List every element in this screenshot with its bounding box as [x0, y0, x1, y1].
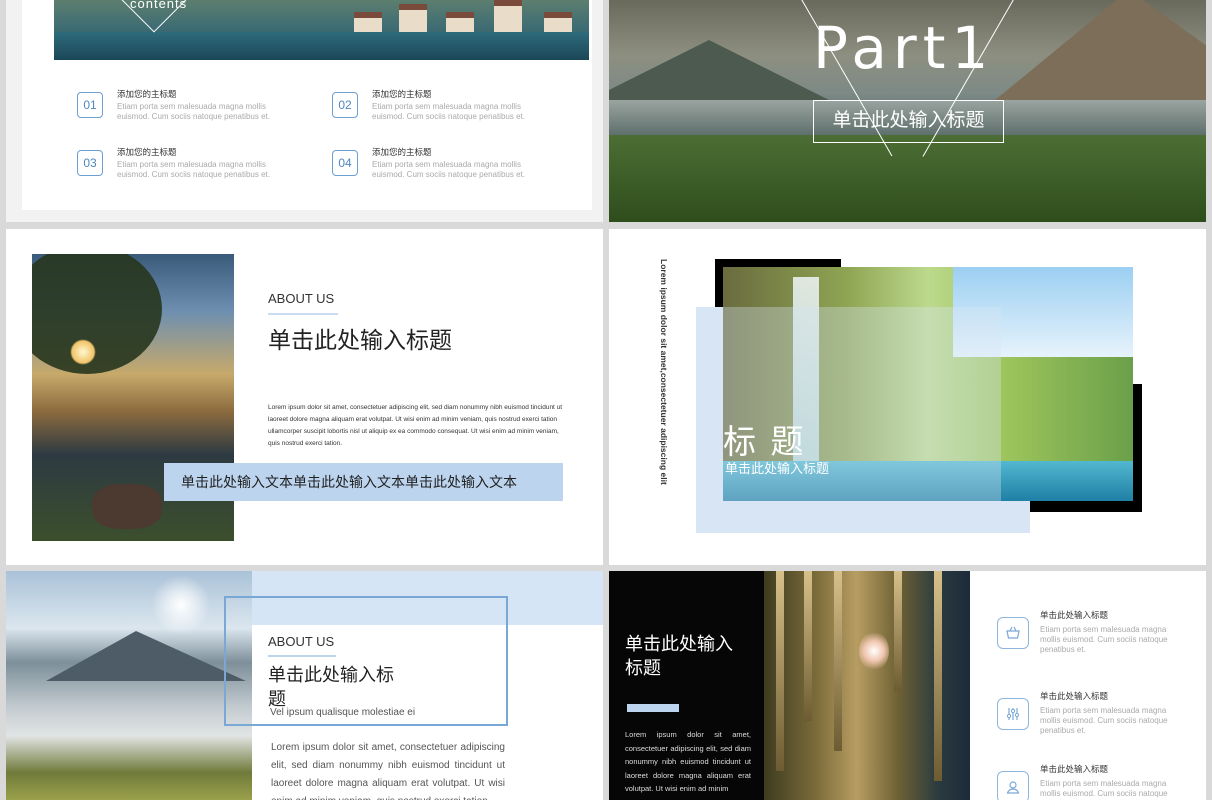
item-title: 添加您的主标题	[372, 147, 432, 157]
feature-item: 单击此处输入标题 Etiam porta sem malesuada magna…	[997, 691, 1197, 752]
item-number-badge: 04	[332, 150, 358, 176]
mountain-shape	[609, 40, 829, 100]
about-heading: ABOUT US	[268, 291, 335, 306]
contents-item: 02 添加您的主标题 Etiam porta sem malesuada mag…	[332, 89, 552, 132]
slide-thumbnail-cave[interactable]: 单击此处输入标题 Lorem ipsum dolor sit amet, con…	[609, 571, 1206, 800]
subtitle-box: 单击此处输入标题	[813, 100, 1004, 143]
slide-title: 单击此处输入标题	[268, 328, 452, 354]
item-title: 添加您的主标题	[117, 147, 177, 157]
big-title: 标 题	[723, 422, 806, 461]
feature-item: 单击此处输入标题 Etiam porta sem malesuada magna…	[997, 610, 1197, 671]
sun-glow	[151, 575, 211, 635]
contents-item: 04 添加您的主标题 Etiam porta sem malesuada mag…	[332, 147, 552, 190]
stalactite-shape	[934, 571, 942, 781]
mountain-shape	[989, 0, 1206, 105]
cave-light	[859, 631, 889, 671]
sun-glow	[70, 339, 96, 365]
item-title: 添加您的主标题	[372, 89, 432, 99]
item-number-badge: 01	[77, 92, 103, 118]
user-icon	[997, 771, 1029, 800]
rock-shape	[92, 484, 162, 529]
item-title: 添加您的主标题	[117, 89, 177, 99]
item-description: Etiam porta sem malesuada magna mollis e…	[372, 102, 525, 121]
contents-item: 03 添加您的主标题 Etiam porta sem malesuada mag…	[77, 147, 297, 190]
slide-thumbnail-contents[interactable]: contents 01 添加您的主标题 Etiam porta sem male…	[6, 0, 603, 222]
about-heading: ABOUT US	[268, 634, 335, 649]
body-paragraph: Lorem ipsum dolor sit amet, consectetuer…	[625, 730, 751, 793]
feature-title: 单击此处输入标题	[1040, 691, 1109, 701]
stalactite-shape	[834, 571, 842, 751]
slide-canvas: contents 01 添加您的主标题 Etiam porta sem male…	[22, 0, 592, 210]
feature-item: 单击此处输入标题 Etiam porta sem malesuada magna…	[997, 764, 1197, 800]
item-description: Etiam porta sem malesuada magna mollis e…	[372, 160, 525, 179]
stalactite-shape	[894, 571, 902, 691]
town-lake-photo: contents	[54, 0, 589, 60]
basket-icon	[997, 617, 1029, 649]
slide-thumbnail-about-2[interactable]: ABOUT US 单击此处输入标题 Vel ipsum qualisque mo…	[6, 571, 603, 800]
heading-underline	[268, 313, 338, 315]
accent-bar	[627, 704, 679, 712]
body-paragraph: Lorem ipsum dolor sit amet, consectetuer…	[271, 742, 505, 800]
contents-label: contents	[130, 0, 188, 11]
slide-title: 单击此处输入标题	[268, 665, 394, 710]
sliders-icon	[997, 698, 1029, 730]
tree-shape	[32, 254, 162, 374]
tagline: Vel ipsum qualisque molestiae ei	[270, 707, 416, 718]
grass-field	[609, 135, 1206, 222]
feature-title: 单击此处输入标题	[1040, 610, 1109, 620]
slide-thumbnail-about[interactable]: ABOUT US 单击此处输入标题 Lorem ipsum dolor sit …	[6, 229, 603, 565]
stalactite-shape	[804, 571, 812, 721]
item-description: Etiam porta sem malesuada magna mollis e…	[117, 102, 270, 121]
heading-underline	[268, 655, 336, 657]
slide-thumbnail-waterfall[interactable]: Lorem ipsum dolor sit amet,consectetuer …	[609, 229, 1206, 565]
item-number-badge: 02	[332, 92, 358, 118]
feature-description: Etiam porta sem malesuada magna mollis e…	[1040, 779, 1168, 798]
misty-mountain-photo	[6, 571, 252, 800]
contents-item: 01 添加您的主标题 Etiam porta sem malesuada mag…	[77, 89, 297, 132]
part-heading: Part1	[813, 14, 995, 82]
feature-title: 单击此处输入标题	[1040, 764, 1109, 774]
slide-thumbnail-part1[interactable]: Part1 单击此处输入标题	[609, 0, 1206, 222]
item-description: Etiam porta sem malesuada magna mollis e…	[117, 160, 270, 179]
stalactite-shape	[776, 571, 784, 771]
cave-photo	[764, 571, 970, 800]
lake-water	[54, 32, 589, 60]
slide-title: 单击此处输入标题	[625, 634, 733, 679]
feature-description: Etiam porta sem malesuada magna mollis e…	[1040, 625, 1168, 654]
vertical-caption: Lorem ipsum dolor sit amet,consectetuer …	[659, 259, 669, 485]
mountain-shape	[46, 631, 246, 681]
highlight-band: 单击此处输入文本单击此处输入文本单击此处输入文本	[164, 463, 563, 501]
item-number-badge: 03	[77, 150, 103, 176]
photo-subtitle: 单击此处输入标题	[725, 461, 830, 476]
body-paragraph: Lorem ipsum dolor sit amet, consectetuer…	[268, 404, 563, 447]
feature-description: Etiam porta sem malesuada magna mollis e…	[1040, 706, 1168, 735]
